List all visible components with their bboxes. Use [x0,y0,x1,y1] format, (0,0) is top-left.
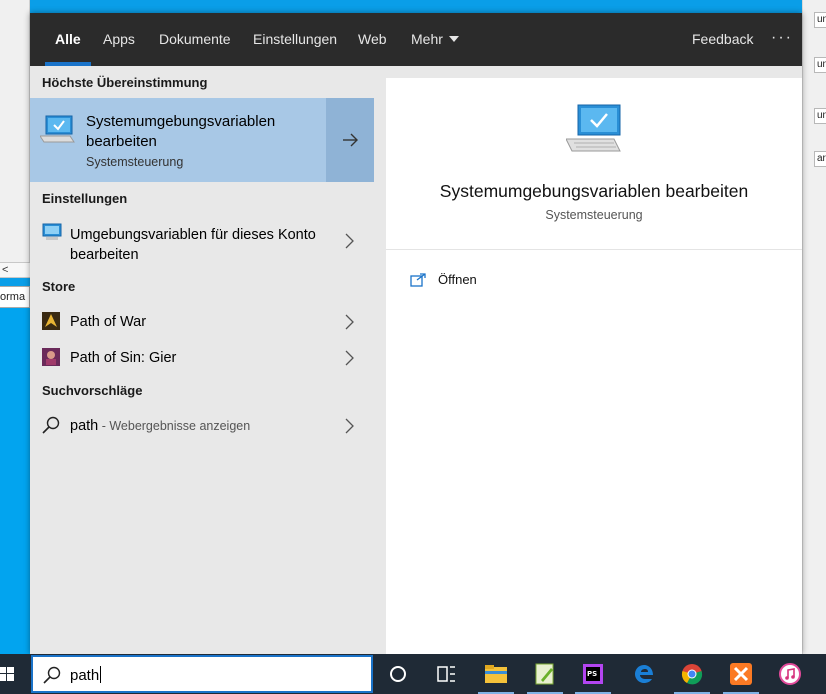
feedback-button[interactable]: Feedback [692,13,753,66]
notepad-plus-button[interactable] [521,654,569,694]
chevron-right-icon [344,350,354,371]
expand-preview-button[interactable] [326,98,374,182]
best-match-subtitle: Systemsteuerung [86,155,184,169]
background-chip: ari [814,151,826,167]
tab-einstellungen[interactable]: Einstellungen [253,13,337,66]
list-item-web-suggestion[interactable]: path - Webergebnisse anzeigen [30,408,374,444]
phpstorm-icon: PS [583,664,603,684]
taskbar: path PS [0,654,826,694]
svg-text:PS: PS [587,670,597,678]
search-panel: Alle Apps Dokumente Einstellungen Web Me… [30,13,802,654]
task-view-icon [437,666,455,682]
background-window [0,0,30,262]
tab-label: Mehr [411,31,443,47]
background-window-right: un un un ari [802,0,826,654]
search-filter-bar: Alle Apps Dokumente Einstellungen Web Me… [30,13,802,66]
search-icon [43,666,61,689]
chrome-icon [681,664,703,685]
section-heading-settings: Einstellungen [42,191,128,206]
background-chip: un [814,108,826,124]
open-action-label: Öffnen [438,272,477,287]
cortana-icon [390,666,406,682]
preview-title: Systemumgebungsvariablen bearbeiten [439,181,749,201]
list-item-path-of-war[interactable]: Path of War [30,304,374,340]
search-query-text: path [70,667,100,684]
list-item-label: Path of War [70,314,147,330]
best-match-open[interactable]: Systemumgebungsvariablen bearbeiten Syst… [30,98,325,182]
suggestion-query: path [70,418,99,434]
text-cursor [100,666,102,683]
start-button[interactable] [0,654,30,694]
best-match-item: Systemumgebungsvariablen bearbeiten Syst… [30,98,374,182]
tab-dokumente[interactable]: Dokumente [159,13,231,66]
cortana-button[interactable] [374,654,422,694]
computer-monitor-icon [565,103,624,160]
tab-label: Apps [103,31,135,47]
computer-monitor-icon [39,114,76,149]
section-heading-store: Store [42,279,76,294]
background-scroll-arrow: < [2,264,9,276]
task-view-button[interactable] [422,654,470,694]
notepad-plus-icon [535,663,554,685]
xampp-button[interactable] [717,654,765,694]
itunes-button[interactable] [766,654,814,694]
taskbar-search-input[interactable]: path [31,655,373,693]
itunes-icon [779,663,801,685]
list-item-path-of-sin[interactable]: Path of Sin: Gier [30,340,374,376]
windows-logo-icon [0,667,14,681]
edge-button[interactable] [620,654,668,694]
tab-label: Alle [55,31,81,47]
monitor-settings-icon [42,223,62,246]
list-item-env-vars-account[interactable]: Umgebungsvariablen für dieses Konto bear… [30,216,374,264]
best-match-title: Systemumgebungsvariablen bearbeiten [86,113,276,150]
tab-web[interactable]: Web [358,13,387,66]
chevron-right-icon [344,418,354,439]
edge-icon [635,665,653,683]
section-heading-suggestions: Suchvorschläge [42,383,143,398]
file-explorer-button[interactable] [472,654,520,694]
tab-label: Web [358,31,387,47]
preview-subtitle: Systemsteuerung [545,208,643,222]
list-item-label: path - Webergebnisse anzeigen [70,416,250,436]
tab-apps[interactable]: Apps [103,13,135,66]
chevron-right-icon [344,314,354,335]
background-chip: un [814,57,826,73]
results-list: Höchste Übereinstimmung Systemumgebungsv… [30,66,374,654]
preview-pane: Systemumgebungsvariablen bearbeiten Syst… [386,78,802,654]
suggestion-hint: - Webergebnisse anzeigen [98,419,251,433]
file-explorer-icon [485,665,507,683]
chrome-button[interactable] [668,654,716,694]
section-heading-best-match: Höchste Übereinstimmung [42,75,208,90]
phpstorm-button[interactable]: PS [569,654,617,694]
path-of-sin-icon [42,348,60,371]
open-external-icon [410,273,426,292]
tab-mehr[interactable]: Mehr [411,13,459,66]
background-window-text: orma [0,286,30,308]
arrow-right-icon [343,133,358,147]
chevron-down-icon [448,36,459,43]
chevron-right-icon [344,233,354,254]
xampp-icon [730,663,752,685]
search-query: path [70,666,102,684]
path-of-war-icon [42,312,60,335]
tab-label: Dokumente [159,31,231,47]
tab-alle[interactable]: Alle [45,13,91,66]
background-window-strip: < [0,262,30,278]
more-options-icon[interactable]: ··· [771,13,793,63]
desktop-background [0,308,30,654]
background-chip: un [814,12,826,28]
list-item-label: Path of Sin: Gier [70,350,177,366]
tab-label: Einstellungen [253,31,338,47]
divider [386,249,802,250]
search-icon [42,416,60,439]
list-item-label: Umgebungsvariablen für dieses Konto bear… [70,227,316,263]
